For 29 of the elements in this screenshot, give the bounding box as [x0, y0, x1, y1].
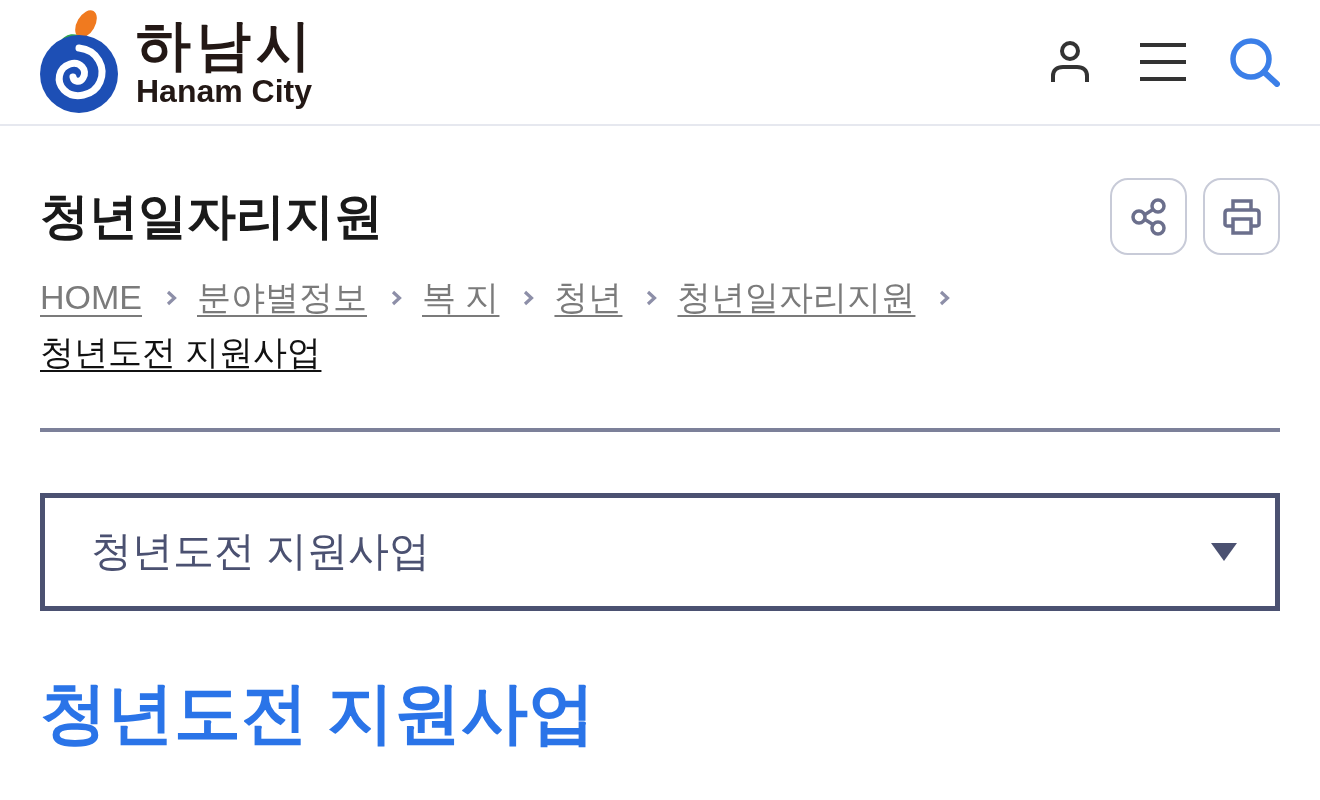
print-button[interactable] [1203, 178, 1280, 255]
user-icon [1050, 41, 1090, 83]
search-button[interactable] [1230, 37, 1280, 87]
search-icon [1230, 37, 1280, 87]
breadcrumb-link[interactable]: 청년일자리지원 [677, 270, 916, 325]
chevron-right-icon [166, 289, 177, 306]
logo-subtitle: Hanam City [136, 74, 314, 107]
content-heading: 청년도전 지원사업 [40, 674, 596, 752]
menu-button[interactable] [1140, 43, 1186, 81]
submenu-select[interactable]: 청년도전 지원사업 [40, 493, 1280, 611]
breadcrumb-link[interactable]: HOME [40, 270, 142, 325]
chevron-right-icon [939, 289, 951, 306]
breadcrumb-link[interactable]: 청년 [554, 270, 623, 325]
logo-link[interactable]: 하남시 Hanam City [38, 10, 316, 114]
logo-text: 하남시 [136, 17, 316, 73]
breadcrumb-link[interactable]: 분야별정보 [197, 270, 367, 325]
chevron-right-icon [391, 289, 402, 306]
chevron-right-icon [523, 289, 535, 306]
logo-mark-icon [38, 10, 120, 114]
breadcrumb-current-link[interactable]: 청년도전 지원사업 [40, 325, 322, 380]
chevron-right-icon [646, 289, 658, 306]
breadcrumb-link[interactable]: 복 지 [422, 270, 500, 325]
page-title: 청년일자리지원 [40, 188, 383, 246]
share-icon [1129, 197, 1168, 236]
menu-icon [1140, 43, 1186, 81]
user-button[interactable] [1050, 41, 1090, 83]
caret-down-icon [1211, 543, 1237, 561]
printer-icon [1222, 198, 1261, 235]
share-button[interactable] [1110, 178, 1187, 255]
